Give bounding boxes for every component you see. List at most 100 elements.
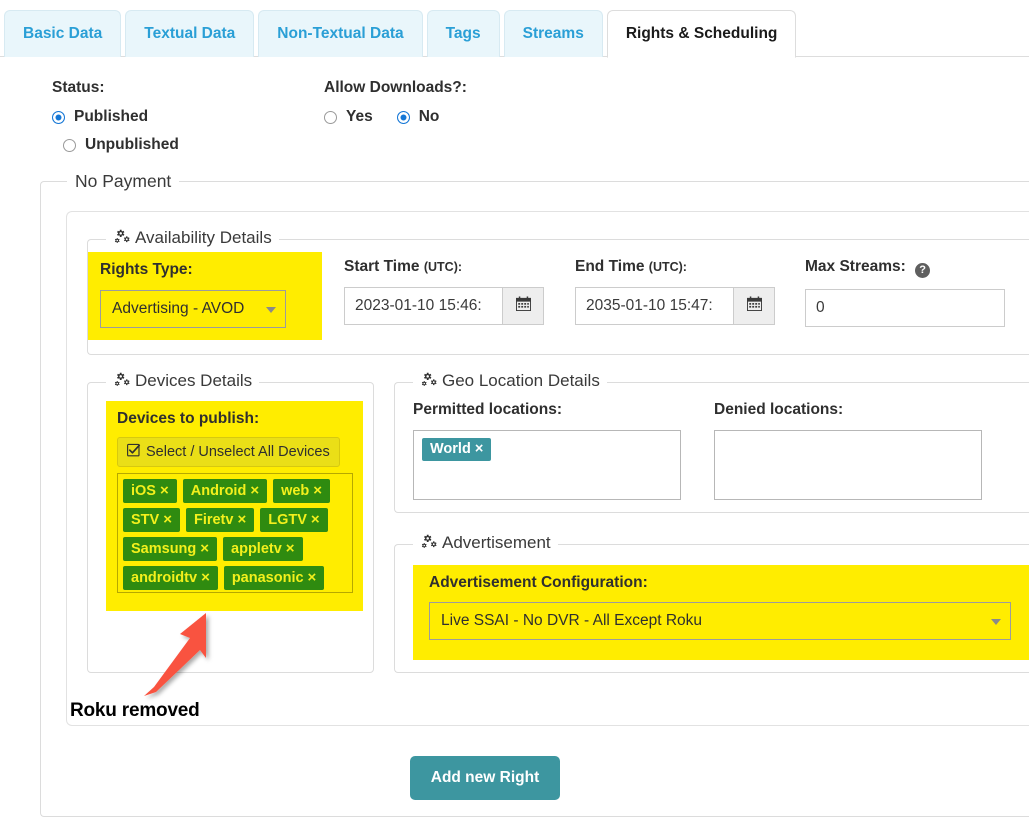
denied-locations-box[interactable]	[714, 430, 982, 500]
remove-device-icon[interactable]: ×	[308, 569, 317, 586]
tab-label: Tags	[445, 25, 481, 42]
location-chip[interactable]: World ×	[422, 438, 492, 461]
remove-device-icon[interactable]: ×	[201, 569, 210, 586]
device-tag-label: appletv	[231, 540, 282, 557]
start-time-label: Start Time (UTC):	[344, 258, 544, 276]
remove-device-icon[interactable]: ×	[237, 511, 246, 528]
start-time-unit: (UTC):	[423, 260, 463, 274]
max-streams-input[interactable]: 0	[805, 288, 1005, 327]
device-tag-label: androidtv	[131, 569, 198, 586]
checkbox-checked-icon	[127, 443, 141, 461]
advertisement-legend: Advertisement	[413, 533, 558, 555]
end-time-value: 2035-01-10 15:47:	[586, 297, 713, 314]
tab-label: Textual Data	[144, 25, 236, 42]
rights-type-select[interactable]: Advertising - AVOD	[100, 290, 286, 328]
radio-downloads-no[interactable]: No	[396, 108, 439, 126]
device-tag-list: iOS × Android × web × STV × Firetv × LGTV × Sa…	[117, 473, 353, 593]
tab-bar: Basic Data Textual Data Non-Textual Data…	[0, 0, 1029, 58]
radio-published-label: Published	[74, 108, 149, 125]
tab-basic-data[interactable]: Basic Data	[4, 10, 122, 57]
advertisement-configuration-select[interactable]: Live SSAI - No DVR - All Except Roku	[429, 602, 1011, 640]
help-circle-icon[interactable]: ?	[915, 262, 931, 278]
device-tag[interactable]: Android ×	[182, 479, 268, 503]
tab-non-textual-data[interactable]: Non-Textual Data	[258, 10, 423, 57]
permitted-locations-box[interactable]: World ×	[413, 430, 681, 500]
radio-downloads-no-input[interactable]	[396, 110, 410, 124]
tab-label: Non-Textual Data	[277, 25, 404, 42]
denied-locations-field: Denied locations:	[714, 401, 982, 500]
chevron-down-icon	[266, 307, 276, 313]
max-streams-value: 0	[816, 298, 825, 316]
form-footer: Add new Right	[41, 726, 1029, 800]
device-tag[interactable]: Samsung ×	[123, 537, 218, 561]
select-all-label: Select / Unselect All Devices	[146, 444, 330, 460]
max-streams-label-text: Max Streams:	[805, 258, 906, 275]
device-tag-label: Samsung	[131, 540, 197, 557]
end-time-input[interactable]: 2035-01-10 15:47:	[575, 287, 733, 325]
radio-downloads-yes-input[interactable]	[324, 110, 337, 124]
device-tag[interactable]: Firetv ×	[185, 508, 255, 532]
advertisement-configuration-value: Live SSAI - No DVR - All Except Roku	[441, 612, 703, 629]
payment-legend: No Payment	[75, 171, 172, 191]
radio-unpublished-label: Unpublished	[85, 136, 179, 153]
geo-legend: Geo Location Details	[413, 371, 607, 393]
start-time-calendar-button[interactable]	[502, 287, 544, 325]
availability-legend: Availability Details	[106, 228, 279, 250]
devices-geo-row: Devices Details Devices to publish: Sele…	[67, 371, 1029, 673]
devices-to-publish-label: Devices to publish:	[117, 410, 260, 427]
tab-rights-and-scheduling[interactable]: Rights & Scheduling	[606, 10, 797, 58]
start-time-input[interactable]: 2023-01-10 15:46:	[344, 287, 502, 325]
tab-label: Basic Data	[23, 25, 103, 42]
remove-device-icon[interactable]: ×	[250, 482, 259, 499]
radio-published[interactable]: Published	[52, 108, 324, 126]
calendar-icon	[515, 296, 531, 316]
devices-highlight: Devices to publish: Select / Unselect Al…	[106, 401, 363, 611]
select-unselect-all-devices-button[interactable]: Select / Unselect All Devices	[117, 437, 340, 467]
cogs-icon	[113, 372, 131, 393]
status-row: Status: Published Unpublished Allow Down…	[0, 57, 1029, 164]
advertisement-fieldset: Advertisement Advertisement Configuratio…	[394, 533, 1029, 673]
tab-textual-data[interactable]: Textual Data	[125, 10, 255, 57]
device-tag[interactable]: appletv ×	[223, 537, 303, 561]
chevron-down-icon	[991, 619, 1001, 625]
remove-device-icon[interactable]: ×	[200, 540, 209, 557]
geo-advertisement-column: Geo Location Details Permitted locations…	[394, 371, 1029, 673]
status-label: Status:	[52, 79, 105, 96]
remove-device-icon[interactable]: ×	[286, 540, 295, 557]
denied-locations-label: Denied locations:	[714, 401, 844, 418]
advertisement-highlight: Advertisement Configuration: Live SSAI -…	[413, 565, 1029, 660]
device-tag[interactable]: STV ×	[123, 508, 180, 532]
start-time-field: Start Time (UTC): 2023-01-10 15:46:	[344, 252, 544, 340]
geo-legend-text: Geo Location Details	[442, 371, 600, 390]
radio-downloads-yes[interactable]: Yes	[324, 108, 373, 126]
tab-tags[interactable]: Tags	[426, 10, 500, 57]
device-tag[interactable]: LGTV ×	[260, 508, 328, 532]
radio-unpublished-input[interactable]	[63, 138, 76, 152]
device-tag-label: web	[281, 482, 310, 499]
device-tag[interactable]: web ×	[273, 479, 331, 503]
rights-type-label: Rights Type:	[100, 261, 193, 278]
location-chip-label: World	[430, 441, 471, 457]
cogs-icon	[420, 372, 438, 393]
radio-unpublished[interactable]: Unpublished	[52, 136, 324, 154]
radio-downloads-yes-label: Yes	[346, 108, 373, 125]
device-tag[interactable]: panasonic ×	[223, 566, 325, 590]
devices-legend-text: Devices Details	[135, 371, 253, 390]
remove-location-icon[interactable]: ×	[475, 441, 483, 457]
remove-device-icon[interactable]: ×	[311, 511, 320, 528]
availability-legend-text: Availability Details	[135, 228, 272, 247]
rights-type-value: Advertising - AVOD	[112, 300, 245, 317]
tab-streams[interactable]: Streams	[503, 10, 603, 57]
end-time-unit: (UTC):	[648, 260, 687, 274]
remove-device-icon[interactable]: ×	[313, 482, 322, 499]
add-new-right-button[interactable]: Add new Right	[409, 756, 561, 800]
device-tag[interactable]: iOS ×	[123, 479, 177, 503]
device-tag[interactable]: androidtv ×	[123, 566, 218, 590]
remove-device-icon[interactable]: ×	[163, 511, 172, 528]
remove-device-icon[interactable]: ×	[160, 482, 169, 499]
start-time-label-text: Start Time	[344, 258, 420, 275]
end-time-calendar-button[interactable]	[733, 287, 775, 325]
start-time-value: 2023-01-10 15:46:	[355, 297, 482, 314]
radio-published-input[interactable]	[52, 110, 65, 124]
device-tag-label: STV	[131, 511, 160, 528]
